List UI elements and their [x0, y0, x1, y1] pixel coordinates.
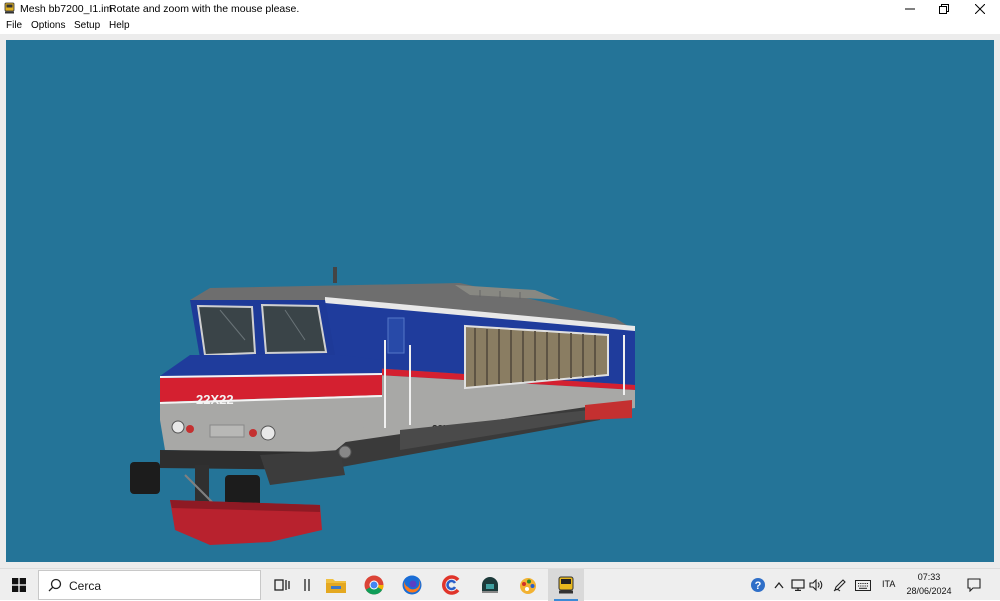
chevron-up-icon	[774, 581, 784, 589]
keyboard-icon	[855, 579, 871, 591]
tray-keyboard[interactable]	[855, 577, 871, 593]
taskbar-firefox[interactable]	[400, 573, 424, 597]
train-app-icon	[4, 2, 15, 14]
input-language[interactable]: ITA	[882, 579, 895, 589]
front-bogie	[260, 450, 345, 485]
close-button[interactable]	[963, 0, 997, 18]
clock-date[interactable]: 28/06/2024	[904, 586, 954, 596]
file-explorer-icon	[326, 579, 346, 593]
tray-pen[interactable]	[832, 577, 848, 593]
ccleaner-icon	[442, 575, 460, 595]
svg-text:?: ?	[755, 580, 762, 592]
pen-icon	[833, 579, 846, 592]
windshield-left	[196, 304, 257, 357]
minimize-icon	[905, 8, 915, 10]
restore-button[interactable]	[927, 0, 961, 18]
close-icon	[975, 4, 985, 14]
windows-icon	[12, 578, 26, 592]
front-number: 22X22	[196, 392, 234, 407]
task-view-icon	[274, 579, 290, 591]
side-door	[387, 317, 405, 354]
taskbar-ccleaner[interactable]	[440, 573, 464, 597]
taskbar-chrome[interactable]	[362, 573, 386, 597]
search-placeholder: Cerca	[69, 579, 102, 593]
firefox-icon	[402, 575, 422, 595]
menu-setup[interactable]: Setup	[74, 20, 100, 31]
headlight-left	[171, 420, 185, 434]
taskbar-app[interactable]	[478, 573, 502, 597]
volume-icon	[809, 579, 823, 591]
menu-help[interactable]: Help	[109, 20, 130, 31]
tray-volume[interactable]	[808, 577, 824, 593]
locomotive-model: 22X22 22X22	[130, 267, 635, 545]
tray-network[interactable]	[790, 577, 806, 593]
search-icon	[48, 578, 62, 592]
window-title: Mesh bb7200_I1.im	[20, 3, 113, 15]
app-icon	[482, 577, 498, 593]
coupler	[195, 465, 209, 505]
minimize-button[interactable]	[893, 0, 927, 18]
start-button[interactable]	[0, 569, 38, 601]
tail-light-left	[186, 425, 194, 433]
headlight-right	[260, 425, 276, 441]
help-icon: ?	[751, 578, 765, 592]
tail-light-right	[249, 429, 257, 437]
menu-file[interactable]: File	[6, 20, 22, 31]
chrome-icon	[364, 575, 384, 595]
notification-icon	[967, 578, 981, 592]
menu-bar: File Options Setup Help	[0, 18, 1000, 34]
taskbar-paint[interactable]	[516, 573, 540, 597]
widgets-button[interactable]	[295, 573, 319, 597]
title-bar: Mesh bb7200_I1.im Rotate and zoom with t…	[0, 0, 1000, 18]
taskbar: Cerca ? ITA 07:33 28/06/2024	[0, 568, 1000, 601]
taskbar-train-app[interactable]	[548, 569, 584, 601]
viewport-frame: 22X22 22X22	[0, 34, 1000, 568]
network-icon	[791, 579, 805, 591]
restore-icon	[939, 4, 949, 14]
menu-options[interactable]: Options	[31, 20, 65, 31]
windshield-right	[260, 303, 328, 355]
task-view-button[interactable]	[270, 573, 294, 597]
tray-show-hidden[interactable]	[771, 577, 787, 593]
buffer-left	[130, 462, 160, 494]
widgets-icon	[304, 579, 310, 591]
3d-canvas[interactable]: 22X22 22X22	[6, 40, 994, 562]
clock-time[interactable]: 07:33	[904, 572, 954, 582]
taskbar-file-explorer[interactable]	[324, 573, 348, 597]
tray-help[interactable]: ?	[750, 577, 766, 593]
paint-icon	[520, 578, 536, 594]
search-box[interactable]: Cerca	[38, 570, 261, 600]
train-app-icon	[558, 576, 574, 594]
window-hint: Rotate and zoom with the mouse please.	[109, 3, 300, 15]
roof-antenna	[333, 267, 337, 283]
notifications-button[interactable]	[966, 577, 982, 593]
